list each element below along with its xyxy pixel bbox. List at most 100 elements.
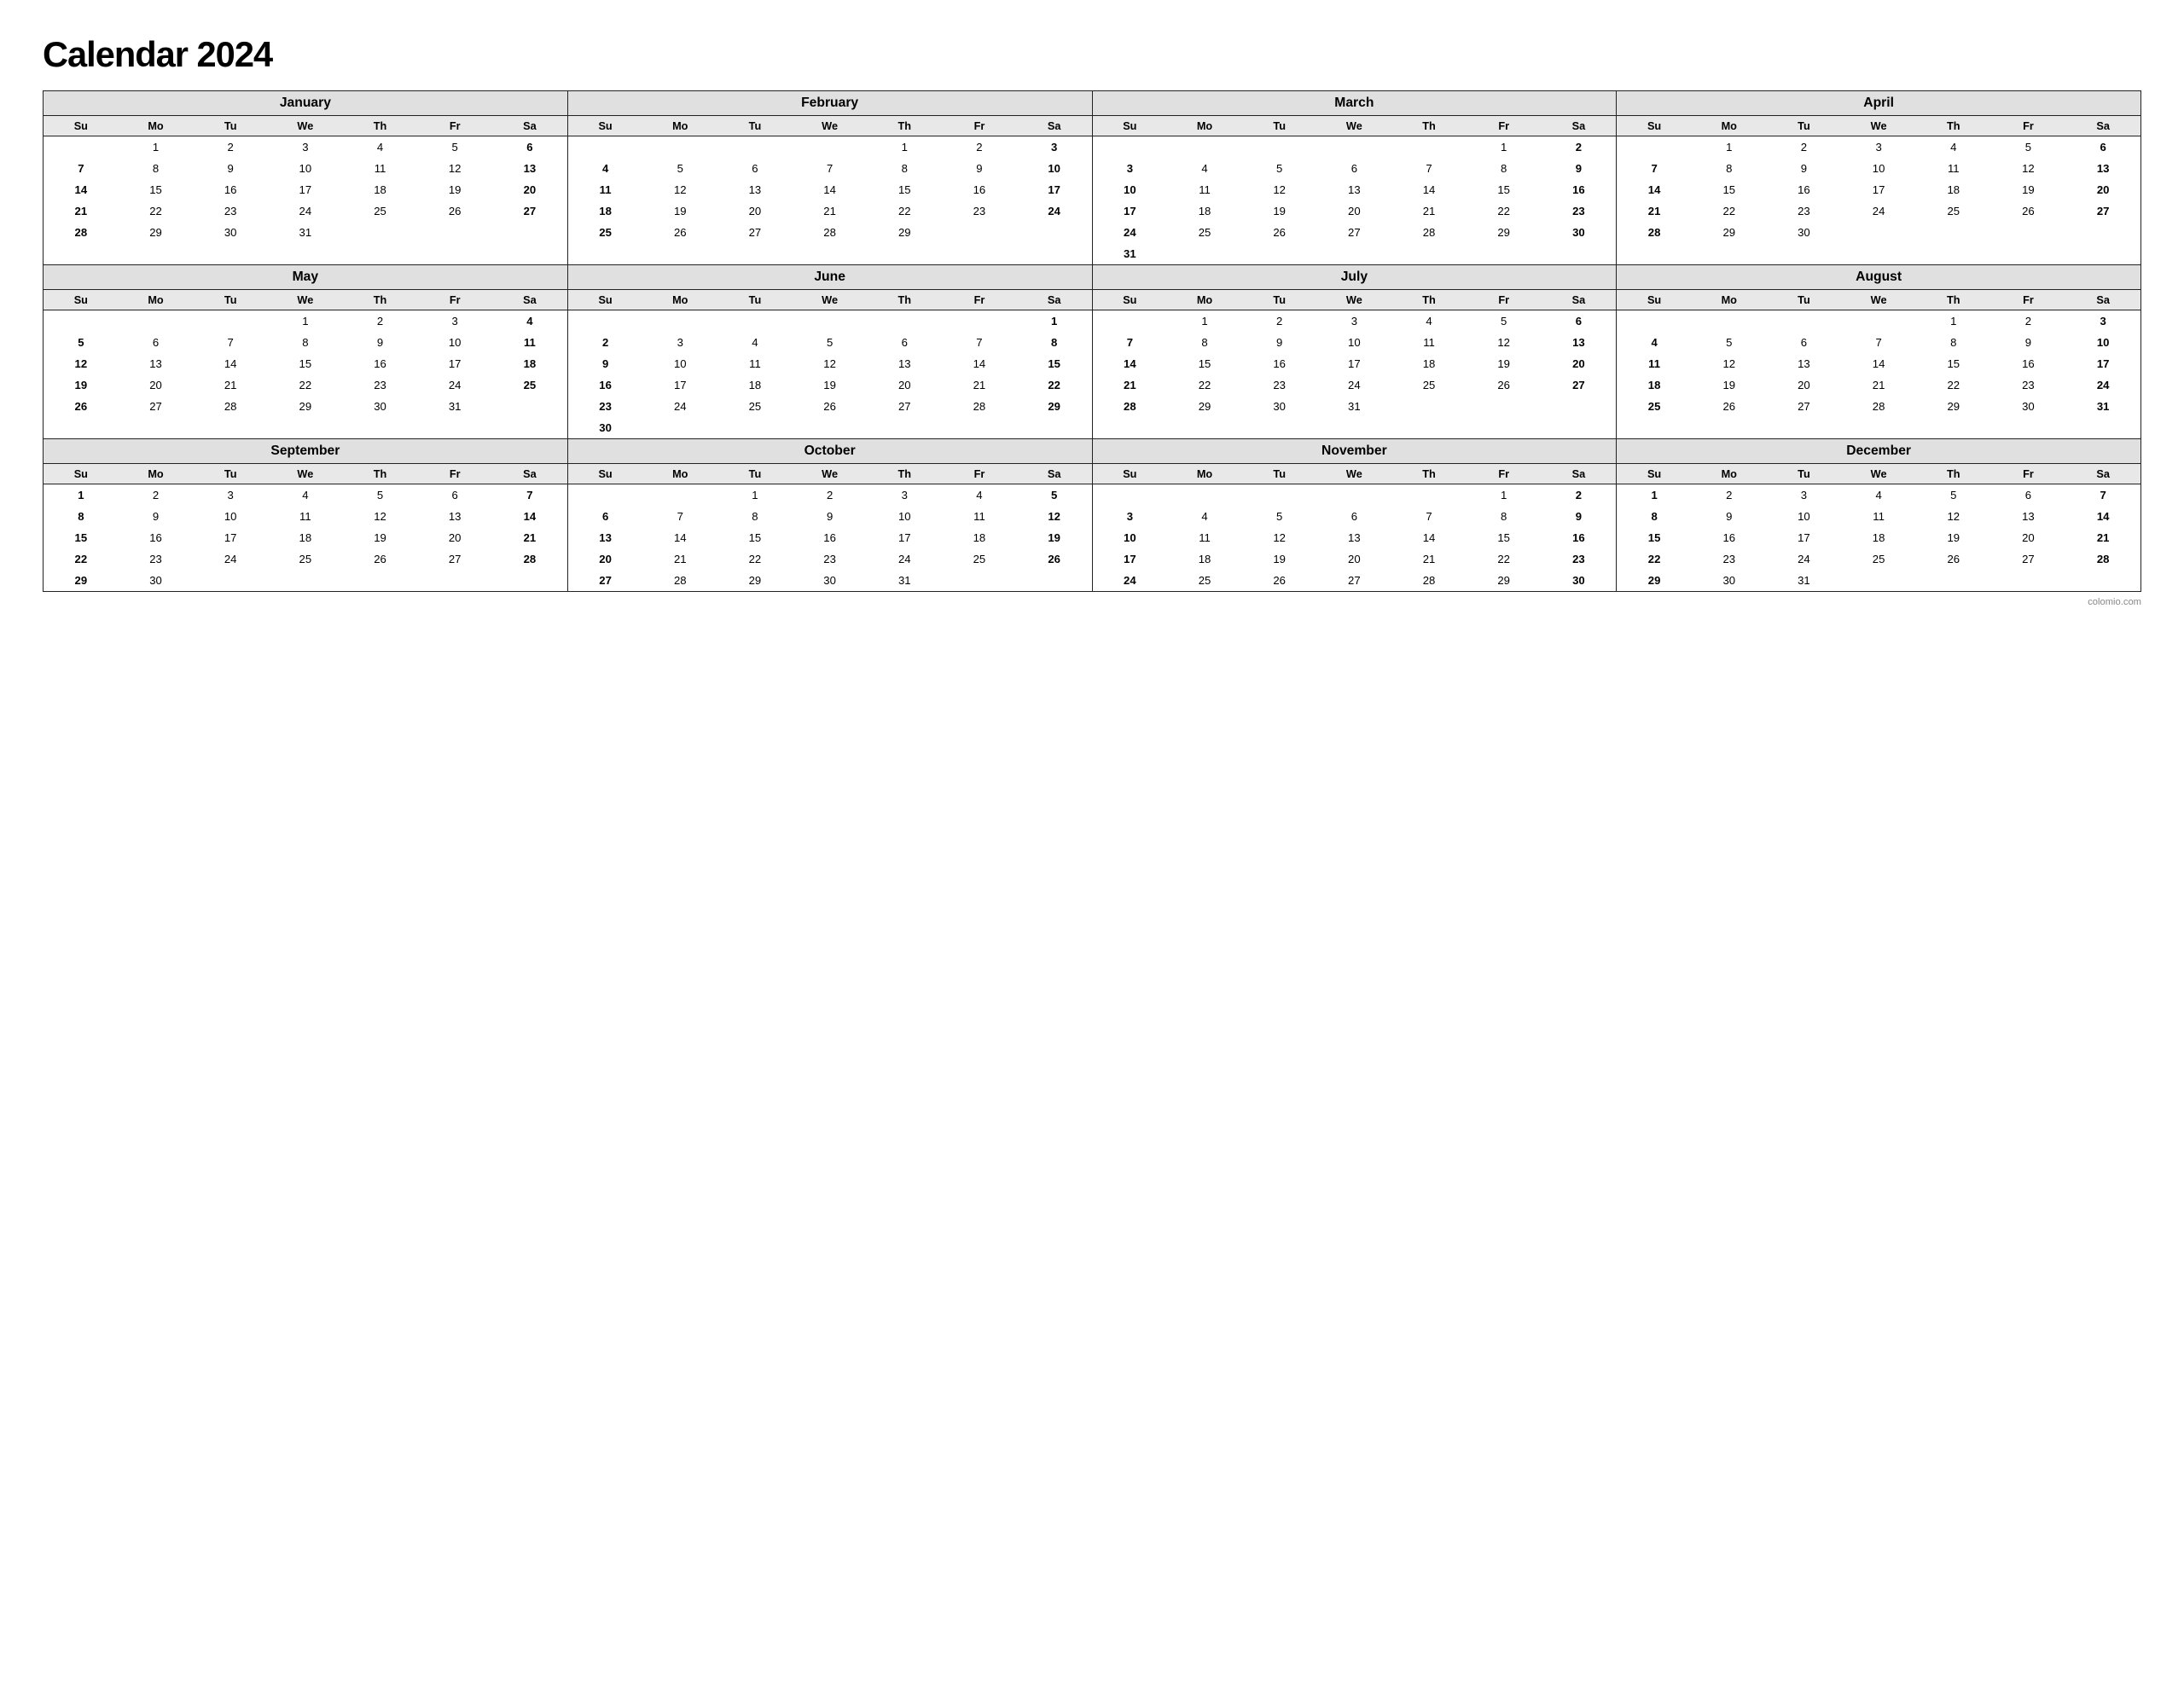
- calendar-day: 31: [867, 570, 942, 591]
- calendar-day: 3: [417, 310, 492, 333]
- calendar-day: [1391, 484, 1467, 507]
- calendar-day: 8: [119, 158, 194, 179]
- calendar-day: 3: [193, 484, 268, 507]
- calendar-day: 7: [1391, 158, 1467, 179]
- day-header-mo: Mo: [119, 116, 194, 136]
- calendar-day: 20: [717, 200, 793, 222]
- calendar-day: 23: [1692, 548, 1767, 570]
- calendar-day: 11: [1391, 332, 1467, 353]
- calendar-day: 29: [1467, 570, 1542, 591]
- calendar-day: 5: [1991, 136, 2066, 159]
- calendar-day: 13: [2065, 158, 2140, 179]
- calendar-day: 11: [717, 353, 793, 374]
- calendar-day: 18: [568, 200, 643, 222]
- calendar-day: 14: [942, 353, 1017, 374]
- calendar-day: 7: [942, 332, 1017, 353]
- calendar-day: 18: [492, 353, 567, 374]
- calendar-day: [44, 136, 119, 159]
- day-header-mo: Mo: [1167, 116, 1242, 136]
- calendar-day: [1916, 570, 1991, 591]
- calendar-day: 1: [1916, 310, 1991, 333]
- calendar-day: 12: [1467, 332, 1542, 353]
- day-header-th: Th: [1391, 290, 1467, 310]
- calendar-day: 6: [2065, 136, 2140, 159]
- day-header-th: Th: [867, 464, 942, 484]
- calendar-day: 2: [1767, 136, 1842, 159]
- calendar-day: 27: [492, 200, 567, 222]
- calendar-day: 22: [1617, 548, 1692, 570]
- day-header-tu: Tu: [193, 290, 268, 310]
- calendar-day: [642, 484, 717, 507]
- calendar-day: 17: [867, 527, 942, 548]
- calendar-day: 7: [1617, 158, 1692, 179]
- day-header-mo: Mo: [119, 464, 194, 484]
- calendar-day: 28: [1093, 396, 1168, 417]
- calendar-day: 3: [2065, 310, 2140, 333]
- calendar-day: 17: [1017, 179, 1092, 200]
- calendar-day: 7: [492, 484, 567, 507]
- calendar-day: 6: [492, 136, 567, 159]
- calendar-day: 28: [793, 222, 868, 243]
- calendar-day: 2: [942, 136, 1017, 159]
- calendar-day: 10: [2065, 332, 2140, 353]
- day-header-fr: Fr: [942, 116, 1017, 136]
- calendar-day: 9: [119, 506, 194, 527]
- calendar-day: 15: [1017, 353, 1092, 374]
- calendar-day: 4: [942, 484, 1017, 507]
- day-header-fr: Fr: [1467, 290, 1542, 310]
- calendar-day: 25: [1167, 222, 1242, 243]
- day-header-fr: Fr: [942, 464, 1017, 484]
- calendar-day: 1: [1467, 136, 1542, 159]
- calendar-day: 23: [1542, 200, 1617, 222]
- calendar-day: 15: [1916, 353, 1991, 374]
- month-february: FebruarySuMoTuWeThFrSa123456789101112131…: [568, 91, 1093, 265]
- month-title-april: April: [1617, 91, 2140, 116]
- calendar-day: 26: [1991, 200, 2066, 222]
- calendar-day: [642, 136, 717, 159]
- day-header-we: We: [1841, 290, 1916, 310]
- calendar-day: [1017, 222, 1092, 243]
- day-header-mo: Mo: [642, 116, 717, 136]
- calendar-day: 22: [119, 200, 194, 222]
- calendar-day: 12: [642, 179, 717, 200]
- calendar-day: 28: [193, 396, 268, 417]
- calendar-day: 17: [268, 179, 343, 200]
- calendar-day: 23: [1542, 548, 1617, 570]
- calendar-day: 25: [1916, 200, 1991, 222]
- calendar-day: 18: [1167, 200, 1242, 222]
- calendar-day: 26: [1692, 396, 1767, 417]
- calendar-day: 5: [417, 136, 492, 159]
- day-header-mo: Mo: [1167, 464, 1242, 484]
- calendar-day: 28: [1617, 222, 1692, 243]
- day-header-mo: Mo: [642, 464, 717, 484]
- calendar-day: 5: [1916, 484, 1991, 507]
- calendar-day: 3: [1317, 310, 1392, 333]
- calendar-day: [1916, 222, 1991, 243]
- month-title-december: December: [1617, 439, 2140, 464]
- calendar-day: 12: [1692, 353, 1767, 374]
- calendar-day: 27: [717, 222, 793, 243]
- calendar-day: 3: [1767, 484, 1842, 507]
- calendar-day: 15: [867, 179, 942, 200]
- calendar-day: 29: [717, 570, 793, 591]
- day-header-sa: Sa: [1017, 116, 1092, 136]
- calendar-day: 17: [1317, 353, 1392, 374]
- calendar-day: 18: [268, 527, 343, 548]
- calendar-day: [193, 570, 268, 591]
- calendar-day: 14: [193, 353, 268, 374]
- calendar-day: 9: [568, 353, 643, 374]
- month-july: JulySuMoTuWeThFrSa1234567891011121314151…: [1093, 265, 1618, 439]
- calendar-day: 21: [1617, 200, 1692, 222]
- calendar-day: 27: [568, 570, 643, 591]
- calendar-day: 17: [417, 353, 492, 374]
- day-header-we: We: [1317, 464, 1392, 484]
- calendar-day: [1391, 396, 1467, 417]
- day-header-su: Su: [1093, 464, 1168, 484]
- calendar-day: [492, 396, 567, 417]
- calendar-day: 23: [343, 374, 418, 396]
- calendar-day: 20: [1767, 374, 1842, 396]
- day-header-th: Th: [343, 464, 418, 484]
- calendar-day: 23: [568, 396, 643, 417]
- calendar-day: 30: [193, 222, 268, 243]
- calendar-day: 16: [193, 179, 268, 200]
